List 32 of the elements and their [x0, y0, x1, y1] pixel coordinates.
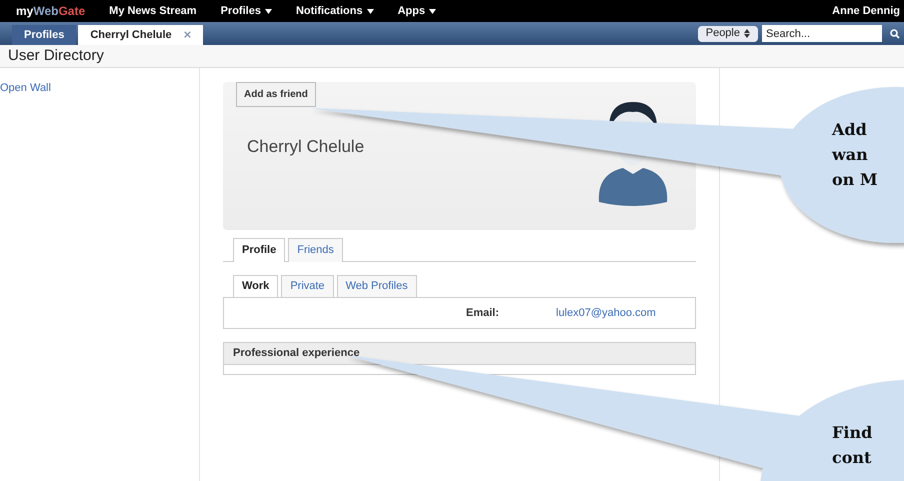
nav-menu-item[interactable]: My News Stream — [109, 2, 197, 20]
callout-text: wan — [832, 144, 869, 166]
subsection-tab[interactable]: Private — [281, 275, 334, 297]
profile-name: Cherryl Chelule — [247, 136, 364, 158]
search-field[interactable]: Search... — [762, 25, 882, 42]
user-name[interactable]: Anne Dennig — [832, 2, 900, 20]
subsection-tab[interactable]: Web Profiles — [336, 275, 417, 297]
callout-text: cont — [832, 447, 872, 469]
up-down-arrows-icon — [744, 29, 750, 38]
caret-icon — [366, 8, 374, 14]
subsection-tab[interactable]: Work — [233, 275, 278, 297]
add-as-friend-button[interactable]: Add as friend — [236, 82, 316, 107]
caret-icon — [429, 8, 436, 14]
nav-menu-item[interactable]: Profiles — [220, 2, 272, 20]
search-icon[interactable] — [890, 28, 900, 38]
callout-text: Find — [832, 422, 872, 444]
callout-text: Add — [832, 119, 868, 141]
section-heading: Professional experience — [233, 346, 360, 362]
nav-menu-item[interactable]: Apps — [398, 2, 436, 20]
page-title: User Directory — [8, 46, 104, 66]
caret-icon — [264, 8, 272, 14]
logo[interactable]: myWebGate — [16, 2, 86, 20]
email-link[interactable]: lulex07@yahoo.com — [556, 304, 656, 322]
sidebar-link[interactable]: Open Wall — [0, 80, 199, 96]
nav-menu-item[interactable]: Notifications — [296, 2, 374, 20]
tab[interactable]: Cherryl Chelule × — [78, 25, 204, 45]
field-label: Email: — [466, 306, 500, 321]
callout-text: on M — [832, 169, 878, 191]
search-scope-select[interactable]: People — [698, 26, 758, 42]
tab[interactable]: Profiles — [12, 25, 76, 45]
profile-tab[interactable]: Friends — [288, 238, 343, 262]
profile-tab[interactable]: Profile — [233, 238, 286, 262]
